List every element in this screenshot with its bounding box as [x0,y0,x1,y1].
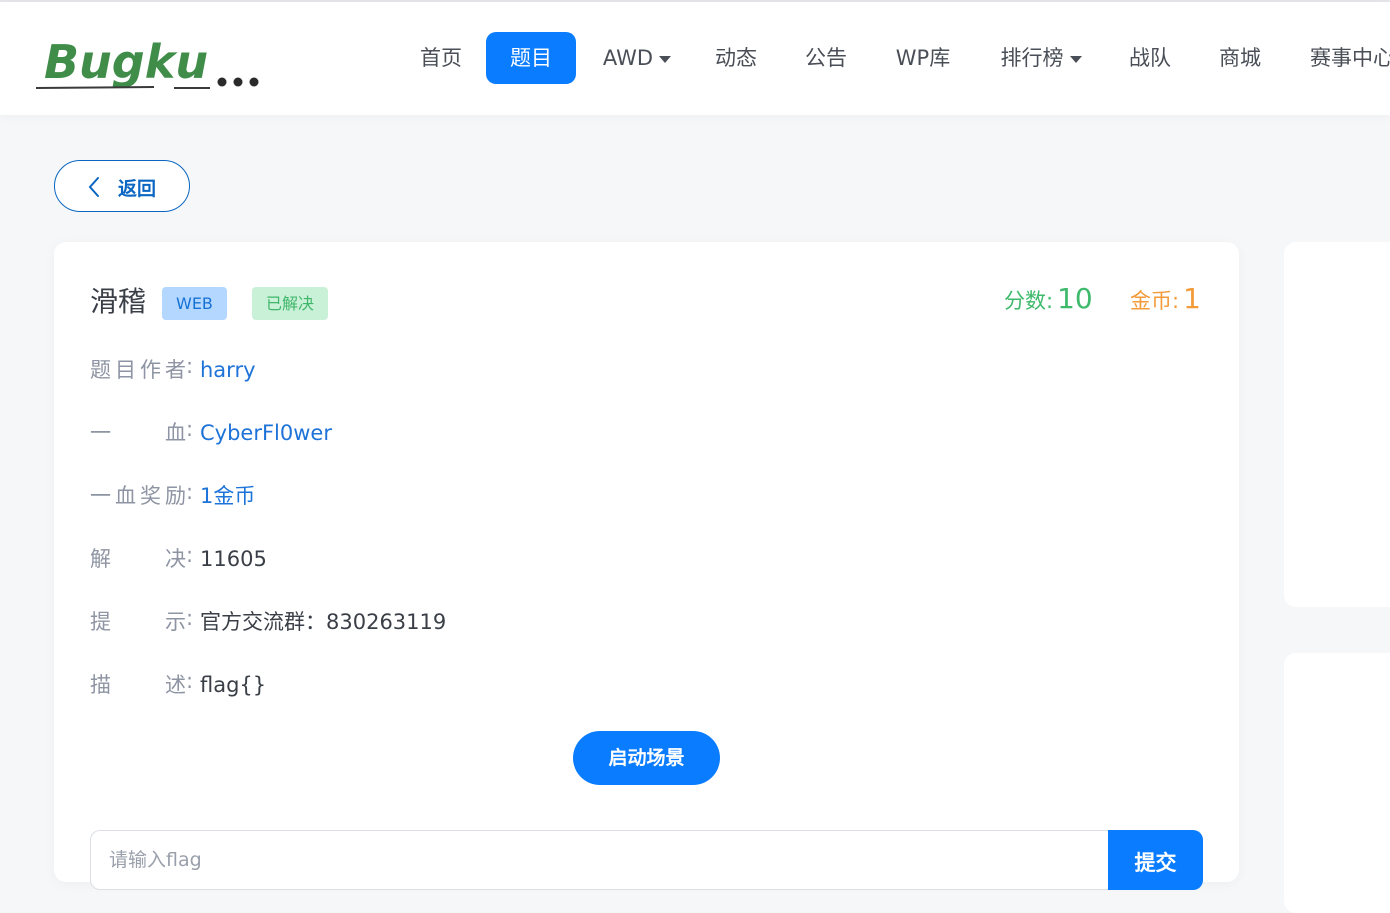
detail-key: 一 血: [90,417,200,447]
chevron-left-icon [87,176,101,203]
status-badge: 已解决 [252,287,329,320]
detail-value-first-blood[interactable]: CyberFl0wer [200,421,332,445]
detail-row-author: 题目作者: harry [90,354,256,384]
nav-item-label: 公告 [805,46,847,70]
detail-key-char: 一 [90,484,111,508]
top-navbar: Bugku 首页 题目 AWD 动态 公告 WP库 排行榜 战队 商城 赛事中心 [0,2,1390,115]
detail-key-colon: : [186,417,194,441]
detail-row-solves: 解 决:11605 [90,543,267,573]
start-scene-button[interactable]: 启动场景 [573,731,720,785]
nav-item-label: 题目 [510,46,552,70]
bugku-logo[interactable]: Bugku [34,28,266,92]
nav-item-label: 赛事中心 [1310,46,1390,70]
side-panel-top [1284,242,1390,607]
detail-key-char: 作 [140,358,161,382]
detail-key-char: 励 [165,484,186,508]
detail-value-author[interactable]: harry [200,358,256,382]
coins-label: 金币: [1130,289,1180,313]
detail-key-char: 血 [115,484,136,508]
detail-row-description: 描 述: flag{} [90,669,266,699]
detail-value-solves: 11605 [200,547,267,571]
nav-item-challenges[interactable]: 题目 [486,32,576,84]
nav-item-awd[interactable]: AWD [582,32,692,84]
detail-row-hint: 提 示: 官方交流群：830263119 [90,606,446,636]
detail-key-char: 描 [90,673,111,697]
nav-item-wp-library[interactable]: WP库 [877,32,969,84]
nav-item-label: AWD [602,46,654,70]
nav-item-label: WP库 [895,46,951,70]
detail-key: 一血奖励: [90,480,200,510]
coins: 金币: 1 [1130,282,1201,315]
caret-down-icon [659,55,672,63]
detail-key-colon: : [186,669,194,693]
detail-key-char: 提 [90,610,111,634]
detail-row-first-blood: 一 血: CyberFl0wer [90,417,332,447]
detail-key-colon: : [186,354,194,378]
svg-text:Bugku: Bugku [44,35,208,89]
nav-item-store[interactable]: 商城 [1201,32,1279,84]
detail-key-char: 目 [115,358,136,382]
caret-down-icon [1069,55,1082,63]
nav-item-label: 首页 [420,46,462,70]
detail-key-char: 一 [90,421,111,445]
nav-item-activity[interactable]: 动态 [697,32,775,84]
score-value: 10 [1057,282,1093,315]
back-button-label: 返回 [118,178,157,200]
detail-key-char: 奖 [140,484,161,508]
challenge-card: 滑稽 WEB 已解决 分数: 10 金币: 1 题目作者: harry 一血: Cyber… [54,242,1239,890]
nav-item-label: 战队 [1129,46,1171,70]
flag-input[interactable] [90,830,1110,890]
score: 分数: 10 [1004,282,1093,315]
detail-key: 提 示: [90,606,200,636]
coins-value: 1 [1183,282,1201,315]
detail-key-char: 者 [165,358,186,382]
detail-row-first-blood-reward: 一血奖励:1金币 [90,480,255,510]
detail-value-hint: 官方交流群：830263119 [200,610,447,634]
detail-key: 描 述: [90,669,200,699]
score-label: 分数: [1004,289,1054,313]
detail-value-description: flag{} [200,673,267,697]
detail-key-char: 题 [90,358,111,382]
back-button[interactable]: 返回 [54,160,190,212]
detail-key-colon: : [186,606,194,630]
nav-item-teams[interactable]: 战队 [1111,32,1189,84]
detail-key-char: 解 [90,547,111,571]
detail-key: 解 决: [90,543,200,573]
detail-key-char: 述 [165,673,186,697]
nav-item-events[interactable]: 赛事中心 [1292,32,1390,84]
nav-item-leaderboard[interactable]: 排行榜 [980,32,1102,84]
detail-key-colon: : [186,480,194,504]
detail-key-char: 血 [165,421,186,445]
detail-key: 题目作者: [90,354,200,384]
challenge-title: 滑稽 [90,285,147,318]
category-badge: WEB [162,287,227,320]
detail-key-char: 示 [165,610,186,634]
nav-item-label: 排行榜 [1000,46,1064,70]
side-panel-bottom [1284,653,1390,913]
submit-button[interactable]: 提交 [1108,830,1203,890]
detail-value-first-blood-reward[interactable]: 1金币 [200,484,255,508]
nav-item-home[interactable]: 首页 [402,32,480,84]
detail-key-colon: : [186,543,194,567]
nav-item-label: 动态 [715,46,757,70]
nav-item-label: 商城 [1219,46,1261,70]
nav-item-announcements[interactable]: 公告 [787,32,865,84]
detail-key-char: 决 [165,547,186,571]
